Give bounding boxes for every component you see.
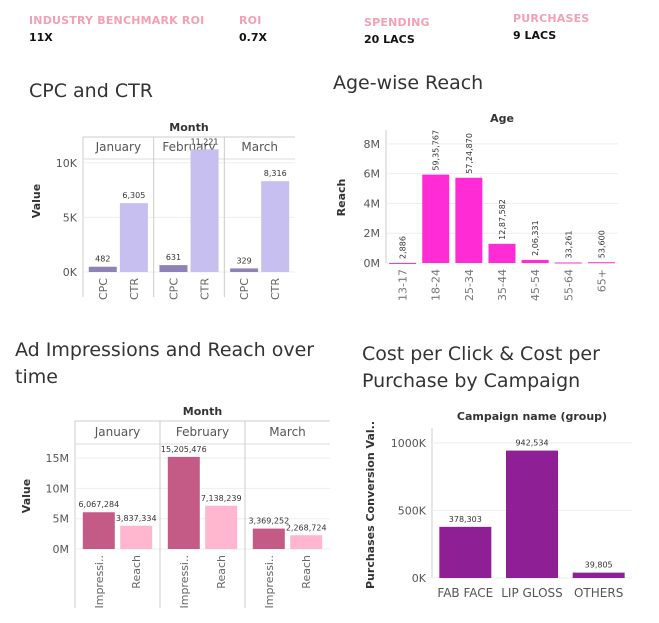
column-header: Campaign name (group): [457, 410, 607, 423]
x-tick-label: LIP GLOSS: [501, 586, 563, 600]
y-tick-label: 500K: [398, 504, 427, 517]
cost-per-click-plot: Campaign name (group) 0K 500K 1000K Purchase…: [364, 410, 632, 600]
data-label: 39,805: [585, 561, 613, 570]
data-label: 942,534: [515, 439, 548, 448]
bar: [506, 450, 558, 578]
x-tick-label: FAB FACE: [437, 586, 493, 600]
chart-cost-per-click: Campaign name (group) 0K 500K 1000K Purchase…: [364, 410, 632, 600]
y-axis-label: Purchases Conversion Val..: [364, 421, 377, 589]
x-tick-label: OTHERS: [574, 586, 623, 600]
bar: [572, 572, 625, 578]
data-label: 378,303: [449, 515, 482, 524]
y-tick-label: 0K: [412, 572, 427, 585]
bar: [439, 526, 492, 578]
y-tick-label: 1000K: [391, 437, 427, 450]
